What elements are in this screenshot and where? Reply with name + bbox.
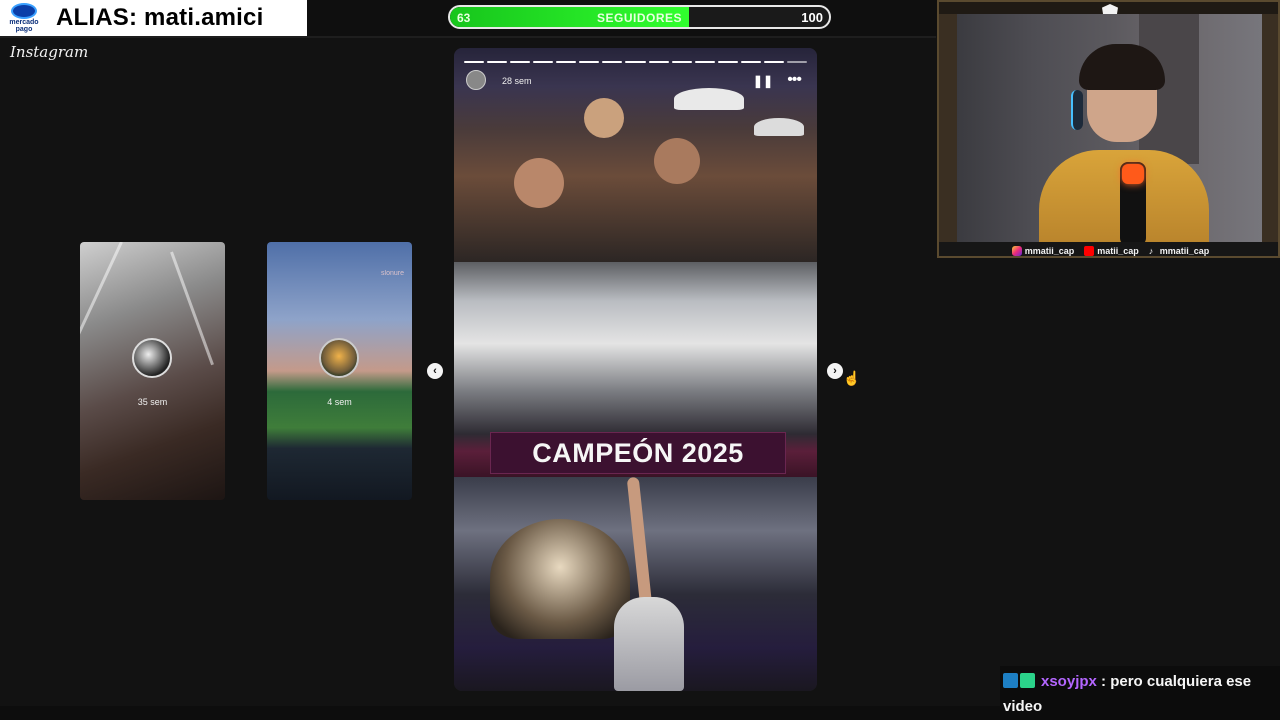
stage-light [80,242,123,352]
crowd-figure [584,98,624,138]
followers-goal-bar: 63 SEGUIDORES 100 [448,5,831,29]
youtube-icon [1084,246,1095,256]
story-progress-segment [671,61,692,63]
story-time: 4 sem [327,397,352,407]
story-photo-player [454,476,817,691]
followers-label: SEGUIDORES [596,11,682,25]
stream-overlay: mercado pago ALIAS: mati.amici Instagram… [0,0,1280,720]
story-progress-segment [533,61,554,63]
previous-story-button[interactable]: ‹ [427,363,443,379]
hand-cursor-icon: ☝ [843,370,861,386]
story-progress-segment [556,61,577,63]
microphone-light [1122,164,1144,184]
next-story-button[interactable]: › [827,363,843,379]
umbrella-shape [490,519,630,639]
story-progress-segment [625,61,646,63]
social-handle: mmatii_cap [1159,246,1210,256]
story-thumbnail[interactable]: 35 sem [80,242,225,500]
story-brand-mark: slonure [381,270,404,277]
story-thumbnail[interactable]: slonure 4 sem [267,242,412,500]
story-progress-segment [579,61,600,63]
divider [0,36,936,38]
alias-text: ALIAS: mati.amici [56,4,264,31]
story-progress-segment [694,61,715,63]
story-progress-segment [740,61,761,63]
story-progress-segment [510,61,531,63]
player-figure [614,597,684,691]
pause-icon[interactable]: ❚❚ [753,74,773,88]
crowd-figure [514,158,564,208]
instagram-icon [1011,246,1022,256]
story-progress-bar [464,61,807,63]
story-progress-segment [717,61,738,63]
chat-badge-icon [1020,673,1035,688]
followers-target: 100 [801,10,823,25]
instagram-label: Instagram [10,43,89,61]
active-story[interactable]: CAMPEÓN 2025 28 sem ❚❚ ••• [454,48,817,691]
stage-light [170,251,214,366]
webcam-overlay: mmatii_cap matii_cap ♪ mmatii_cap [937,0,1280,258]
crowd-figure [654,138,700,184]
handshake-icon [11,3,37,19]
story-time: 28 sem [502,76,532,86]
story-time: 35 sem [137,397,168,407]
story-progress-segment [602,61,623,63]
umbrella-shape [754,118,804,136]
story-progress-segment [648,61,669,63]
social-youtube: matii_cap [1084,246,1139,256]
chat-username: xsoyjpx [1041,673,1097,690]
social-handles: mmatii_cap matii_cap ♪ mmatii_cap [939,242,1278,256]
story-progress-segment [487,61,508,63]
headset-icon [1071,90,1083,130]
story-author-avatar[interactable] [466,70,486,90]
mercado-pago-logo: mercado pago [0,0,48,36]
story-avatar [319,338,359,378]
alias-banner: mercado pago ALIAS: mati.amici [0,0,307,36]
brand-line-1: mercado [9,19,39,26]
bottom-strip [0,706,1000,720]
tiktok-icon: ♪ [1148,246,1154,256]
chat-message: xsoyjpx : pero cualquiera ese video [1000,666,1280,720]
story-progress-segment [763,61,784,63]
brand-line-2: pago [15,26,33,33]
umbrella-shape [674,88,744,110]
champion-banner-text: CAMPEÓN 2025 [532,437,744,468]
social-handle: matii_cap [1097,246,1139,256]
chat-badge-icon [1003,673,1018,688]
social-handle: mmatii_cap [1024,246,1075,256]
champion-banner: CAMPEÓN 2025 [490,432,786,474]
more-options-icon[interactable]: ••• [787,71,802,89]
story-avatar [132,338,172,378]
social-tiktok: ♪ mmatii_cap [1149,246,1210,256]
story-progress-segment [464,61,485,63]
story-photo-trophy: CAMPEÓN 2025 [454,262,817,477]
social-instagram: mmatii_cap [1011,246,1075,256]
story-progress-segment [786,61,807,63]
